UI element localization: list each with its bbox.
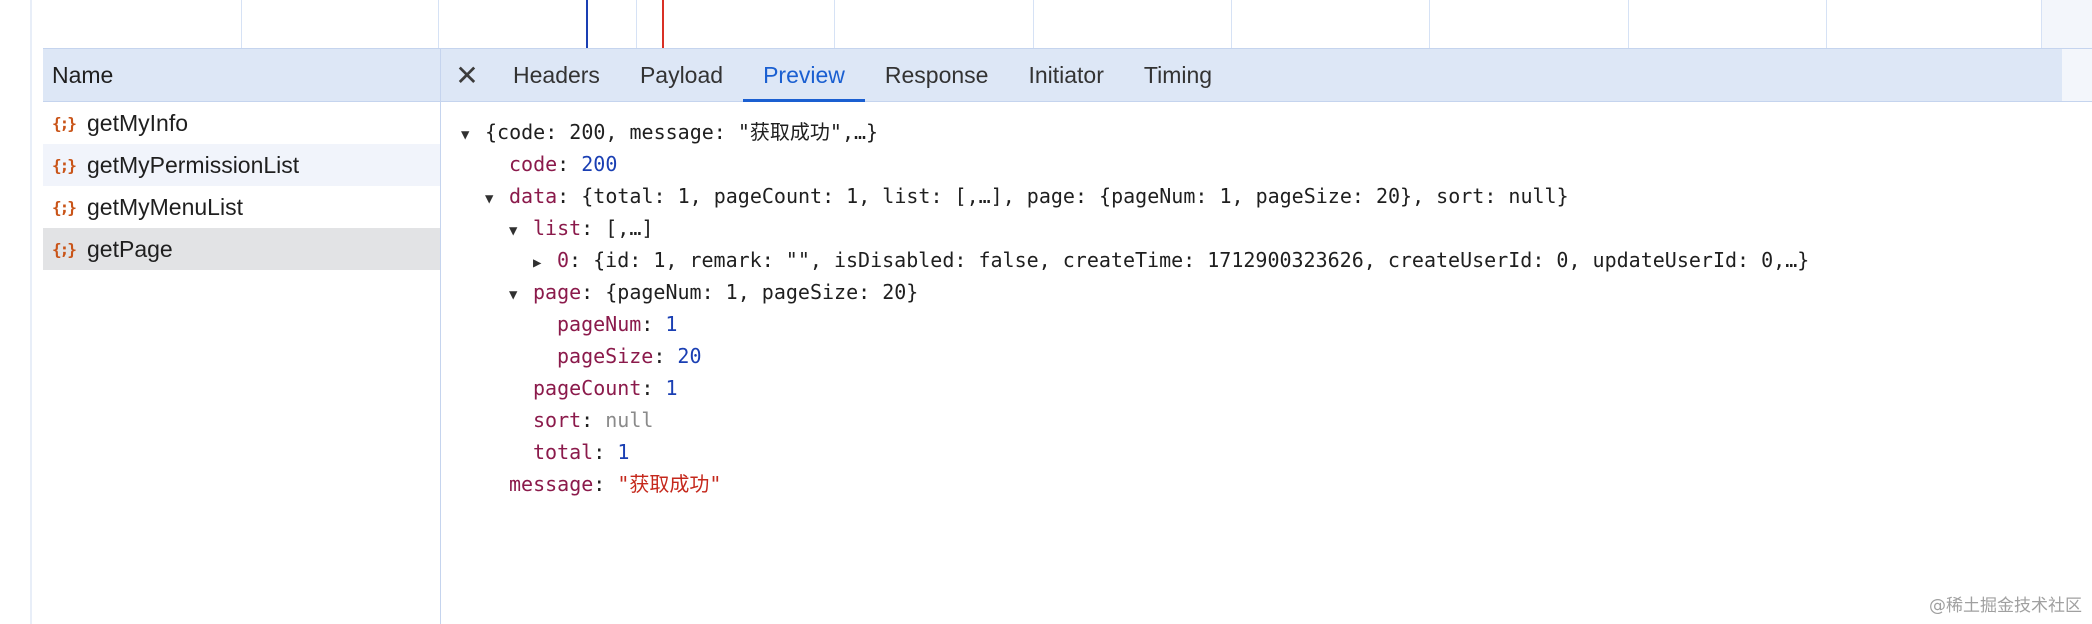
json-key: pageNum [557,312,642,336]
request-label: getMyInfo [87,109,188,136]
timeline-tick [241,0,242,48]
json-number: 200 [581,152,618,176]
tree-node-pageSize: pageSize: 20 [557,344,702,368]
json-key: total [533,440,594,464]
timeline-tick [1628,0,1629,48]
json-key: list [533,216,582,240]
collapsed-triangle-icon[interactable]: ▶ [533,247,557,279]
timeline-tick [834,0,835,48]
json-key: data [509,184,558,208]
tree-node-data[interactable]: ▼ data: {total: 1, pageCount: 1, list: [,… [441,180,2092,212]
timeline-tick [438,0,439,48]
timeline-tick [636,0,637,48]
json-number: 1 [665,376,678,400]
name-column-header[interactable]: Name [43,49,440,102]
watermark-text: @稀土掘金技术社区 [1929,596,2082,616]
close-icon: ✕ [455,59,479,91]
request-row-getMyMenuList[interactable]: {;} getMyMenuList [43,186,440,228]
fetch-xhr-icon: {;} [52,197,77,217]
request-details-panel: ✕ Headers Payload Preview Response Initi… [441,49,2092,624]
tab-headers[interactable]: Headers [493,49,620,101]
tree-node-code: code: 200 [509,152,618,176]
json-key: message [509,472,594,496]
json-null: null [605,408,654,432]
dom-content-loaded-marker [586,0,588,48]
close-details-button[interactable]: ✕ [441,49,493,101]
timeline-tick [1826,0,1827,48]
tab-response[interactable]: Response [865,49,1009,101]
timeline-tick [1429,0,1430,48]
timeline-tick [1033,0,1034,48]
request-label: getPage [87,235,173,262]
tree-node-list[interactable]: ▼ list: [,…] [441,212,2092,244]
tree-node-sort: sort: null [533,408,654,432]
fetch-xhr-icon: {;} [52,239,77,259]
request-row-getPage[interactable]: {;} getPage [43,228,440,270]
json-key: code [509,152,558,176]
json-number: 1 [617,440,630,464]
waterfall-timeline [43,0,2092,49]
expanded-triangle-icon[interactable]: ▼ [461,119,485,151]
timeline-scroll-edge [2041,0,2092,48]
tab-timing[interactable]: Timing [1124,49,1232,101]
json-key: pageSize [557,344,654,368]
request-label: getMyPermissionList [87,151,300,178]
json-summary: {pageNum: 1, pageSize: 20} [605,280,919,304]
details-tab-bar: ✕ Headers Payload Preview Response Initi… [441,49,2092,102]
load-event-marker [662,0,664,48]
tree-node-pageCount: pageCount: 1 [533,376,678,400]
request-name-column: Name {;} getMyInfo {;} getMyPermissionLi… [43,49,441,624]
json-summary: [,…] [605,216,654,240]
request-row-getMyPermissionList[interactable]: {;} getMyPermissionList [43,144,440,186]
expanded-triangle-icon[interactable]: ▼ [509,279,533,311]
json-key: pageCount [533,376,642,400]
tree-node-list-item-0[interactable]: ▶ 0: {id: 1, remark: "", isDisabled: fals… [441,244,2092,276]
root-summary: {code: 200, message: "获取成功",…} [485,120,879,144]
tab-preview[interactable]: Preview [743,49,865,102]
json-summary: {total: 1, pageCount: 1, list: [,…], pag… [581,184,1569,208]
tab-initiator[interactable]: Initiator [1008,49,1123,101]
left-gutter [0,0,44,624]
json-number: 20 [677,344,702,368]
request-row-getMyInfo[interactable]: {;} getMyInfo [43,102,440,144]
tab-bar-edge [2062,49,2092,101]
tree-node-pageNum: pageNum: 1 [557,312,678,336]
fetch-xhr-icon: {;} [52,113,77,133]
tab-payload[interactable]: Payload [620,49,743,101]
tree-node-message: message: "获取成功" [509,472,722,496]
json-preview-tree: ▼ {code: 200, message: "获取成功",…} code: 20… [441,102,2092,500]
json-key: 0 [557,248,570,272]
expanded-triangle-icon[interactable]: ▼ [485,183,509,215]
request-label: getMyMenuList [87,193,243,220]
tree-node-total: total: 1 [533,440,630,464]
tree-node-root[interactable]: ▼ {code: 200, message: "获取成功",…} [441,116,2092,148]
tree-node-page[interactable]: ▼ page: {pageNum: 1, pageSize: 20} [441,276,2092,308]
timeline-tick [1231,0,1232,48]
json-key: sort [533,408,582,432]
expanded-triangle-icon[interactable]: ▼ [509,215,533,247]
json-key: page [533,280,582,304]
json-summary: {id: 1, remark: "", isDisabled: false, c… [593,248,1810,272]
json-number: 1 [665,312,678,336]
json-string: "获取成功" [617,472,722,496]
fetch-xhr-icon: {;} [52,155,77,175]
